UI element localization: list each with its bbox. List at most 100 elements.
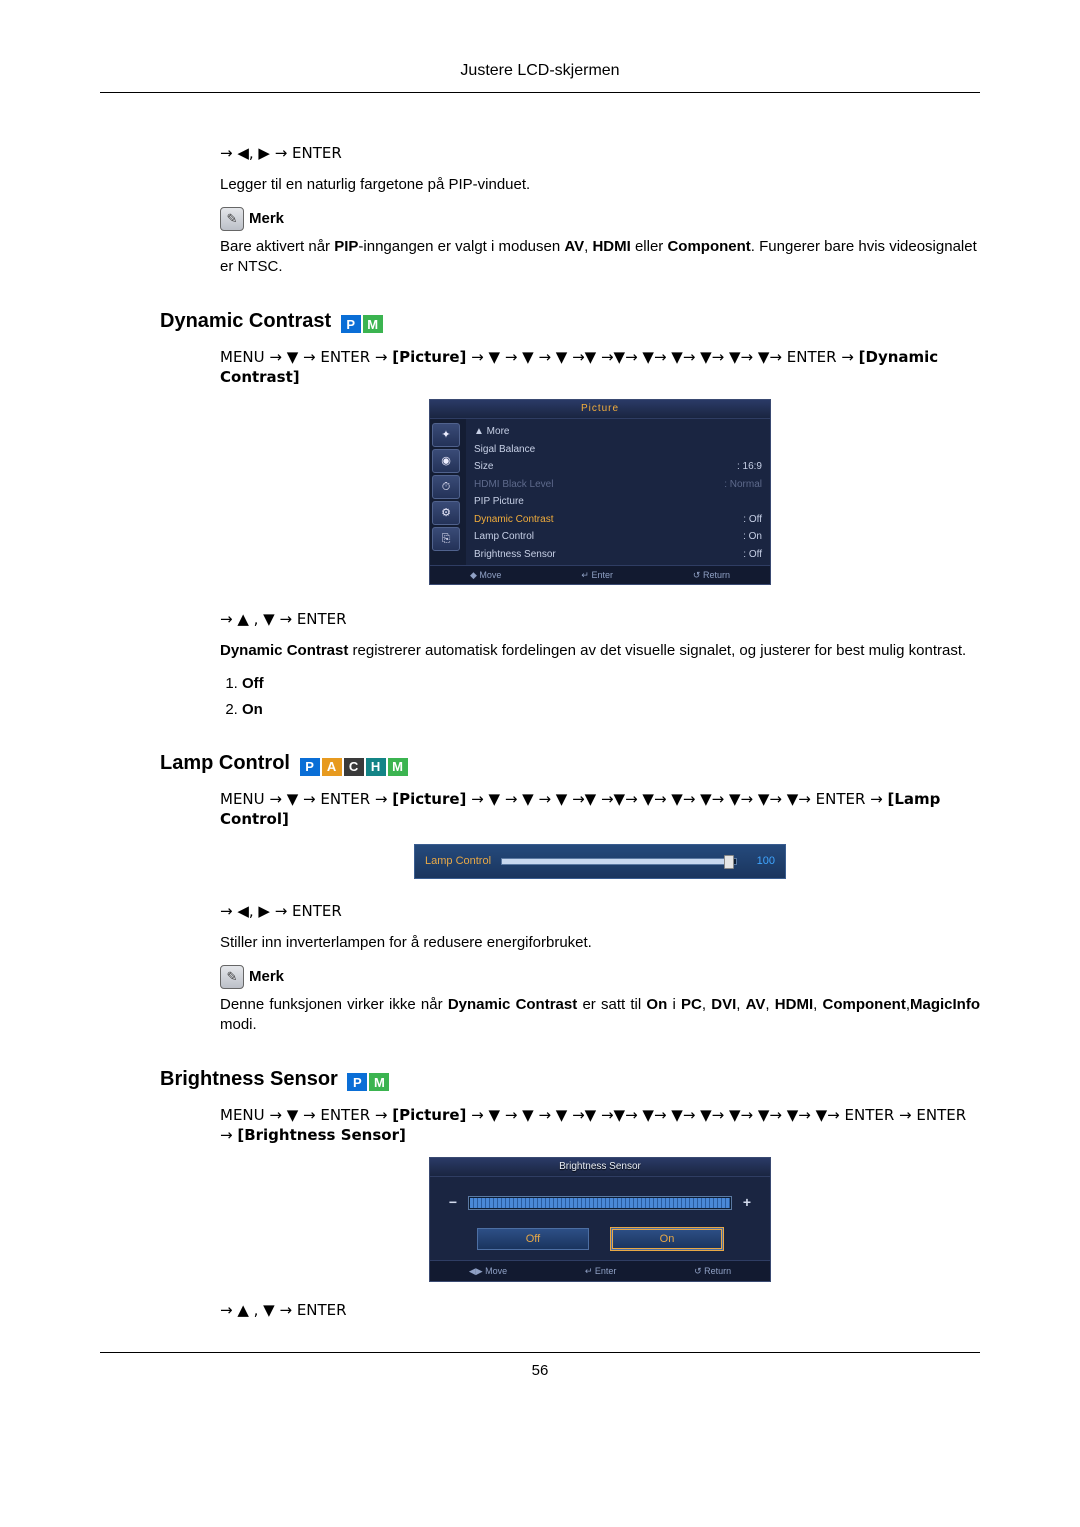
dyn-menu-path: MENU → ▼ → ENTER → [Picture] → ▼ → ▼ → ▼… <box>220 347 980 388</box>
t: MagicInfo <box>910 996 980 1013</box>
t: → ▼ → ▼ → ▼ →▼ →▼→ ▼→ ▼→ ▼→ ▼→ ▼→ ENTER … <box>466 348 858 366</box>
heading-text: Lamp Control <box>160 752 290 774</box>
t: On <box>646 996 667 1013</box>
brightness-sensor-box: Brightness Sensor − + Off On ◀▶ Move ↵ E… <box>429 1157 771 1282</box>
t: AV <box>746 996 766 1013</box>
t: HDMI <box>775 996 813 1013</box>
dyn-desc: Dynamic Contrast registrerer automatisk … <box>220 641 980 661</box>
osd-title: Picture <box>430 400 770 419</box>
t: Enter <box>595 1266 617 1276</box>
mode-badges: P M <box>346 1072 390 1092</box>
t: Return <box>704 1266 731 1276</box>
intro-note-text: Bare aktivert når PIP-inngangen er valgt… <box>220 237 980 278</box>
mode-badges: P M <box>340 314 384 334</box>
badge-m: M <box>368 1072 390 1092</box>
t: Dynamic Contrast <box>448 996 577 1013</box>
t: Bare aktivert når <box>220 238 334 255</box>
lamp-menu-path: MENU → ▼ → ENTER → [Picture] → ▼ → ▼ → ▼… <box>220 789 980 830</box>
dyn-options: Off On <box>220 674 980 721</box>
lamp-slider-label: Lamp Control <box>425 854 491 869</box>
osd-row-label: Lamp Control <box>474 530 534 544</box>
badge-h: H <box>365 757 387 777</box>
t: [Picture] <box>392 348 466 366</box>
page-number: 56 <box>532 1362 549 1379</box>
t: Dynamic Contrast <box>220 642 348 659</box>
t: MENU → ▼ → ENTER → <box>220 790 392 808</box>
note-icon: ✎ <box>220 207 244 231</box>
heading-text: Dynamic Contrast <box>160 310 331 332</box>
osd-tab-icon: ✦ <box>432 423 460 447</box>
intro-block: → ◀, ▶ → ENTER Legger til en naturlig fa… <box>220 143 980 278</box>
osd-picture-menu: Picture ✦ ◉ ⏱ ⚙ ⎘ ▲ More Sigal Balance S… <box>220 399 980 585</box>
bs-block: MENU → ▼ → ENTER → [Picture] → ▼ → ▼ → ▼… <box>220 1105 980 1321</box>
lamp-slider-handle <box>724 855 734 869</box>
lamp-block: MENU → ▼ → ENTER → [Picture] → ▼ → ▼ → ▼… <box>220 789 980 1035</box>
osd-row-val: 16:9 <box>743 461 762 472</box>
option-off: Off <box>242 675 264 692</box>
minus-icon: − <box>448 1193 458 1212</box>
badge-p: P <box>299 757 321 777</box>
intro-nav: → ◀, ▶ → ENTER <box>220 143 980 163</box>
osd-tab-icon: ◉ <box>432 449 460 473</box>
lamp-nav2: → ◀, ▶ → ENTER <box>220 901 980 921</box>
lamp-desc: Stiller inn inverterlampen for å reduser… <box>220 933 980 953</box>
option-on: On <box>242 701 263 718</box>
heading-text: Brightness Sensor <box>160 1068 338 1090</box>
t: Move <box>485 1266 507 1276</box>
badge-m: M <box>362 314 384 334</box>
osd-row-label: Size <box>474 460 493 474</box>
bs-title: Brightness Sensor <box>430 1158 770 1177</box>
osd-tabs: ✦ ◉ ⏱ ⚙ ⎘ <box>430 419 466 565</box>
t: HDMI <box>592 238 630 255</box>
t: , <box>702 996 711 1013</box>
t: [Picture] <box>392 1106 466 1124</box>
lamp-slider-box: Lamp Control 100 <box>414 844 786 879</box>
badge-c: C <box>343 757 365 777</box>
t: , <box>736 996 745 1013</box>
bs-nav2: → ▲ , ▼ → ENTER <box>220 1300 980 1320</box>
badge-p: P <box>340 314 362 334</box>
t: [Picture] <box>392 790 466 808</box>
note-row: ✎ Merk <box>220 965 980 989</box>
bs-menu-path: MENU → ▼ → ENTER → [Picture] → ▼ → ▼ → ▼… <box>220 1105 980 1146</box>
t: i <box>667 996 681 1013</box>
osd-row-label: PIP Picture <box>474 495 524 509</box>
intro-desc: Legger til en naturlig fargetone på PIP-… <box>220 175 980 195</box>
t: Enter <box>591 570 613 580</box>
osd-row-label: HDMI Black Level <box>474 478 553 492</box>
osd-row-val: Off <box>749 514 762 525</box>
lamp-note-text: Denne funksjonen virker ikke når Dynamic… <box>220 995 980 1036</box>
t: Component <box>667 238 750 255</box>
osd-row-val: Normal <box>730 479 762 490</box>
t: -inngangen er valgt i modusen <box>358 238 564 255</box>
lamp-control-heading: Lamp Control P A C H M <box>160 750 980 777</box>
osd-tab-icon: ⏱ <box>432 475 460 499</box>
t: Component <box>823 996 906 1013</box>
bs-on-button: On <box>611 1228 723 1250</box>
badge-m: M <box>387 757 409 777</box>
dyn-nav2: → ▲ , ▼ → ENTER <box>220 609 980 629</box>
t: Move <box>479 570 501 580</box>
bs-slider-row: − + <box>430 1177 770 1226</box>
note-label: Merk <box>249 967 284 987</box>
t: , <box>813 996 822 1013</box>
bs-buttons: Off On <box>430 1226 770 1260</box>
dyn-block: MENU → ▼ → ENTER → [Picture] → ▼ → ▼ → ▼… <box>220 347 980 721</box>
mode-badges: P A C H M <box>299 757 409 777</box>
lamp-slider-track <box>501 858 737 865</box>
osd-row-val: On <box>749 531 762 542</box>
osd-more: ▲ More <box>474 425 509 439</box>
lamp-slider-value: 100 <box>747 854 775 869</box>
t: er satt til <box>577 996 646 1013</box>
t: PIP <box>334 238 358 255</box>
dynamic-contrast-heading: Dynamic Contrast P M <box>160 308 980 335</box>
t: → ▼ → ▼ → ▼ →▼ →▼→ ▼→ ▼→ ▼→ ▼→ ▼→ ▼→ ENT… <box>466 790 887 808</box>
page-header: Justere LCD-skjermen <box>100 60 980 93</box>
osd-row-label: Sigal Balance <box>474 443 535 457</box>
t: Denne funksjonen virker ikke når <box>220 996 448 1013</box>
brightness-sensor-heading: Brightness Sensor P M <box>160 1066 980 1093</box>
page-footer: 56 <box>100 1352 980 1381</box>
t: MENU → ▼ → ENTER → <box>220 1106 392 1124</box>
t: Return <box>703 570 730 580</box>
note-row: ✎ Merk <box>220 207 980 231</box>
